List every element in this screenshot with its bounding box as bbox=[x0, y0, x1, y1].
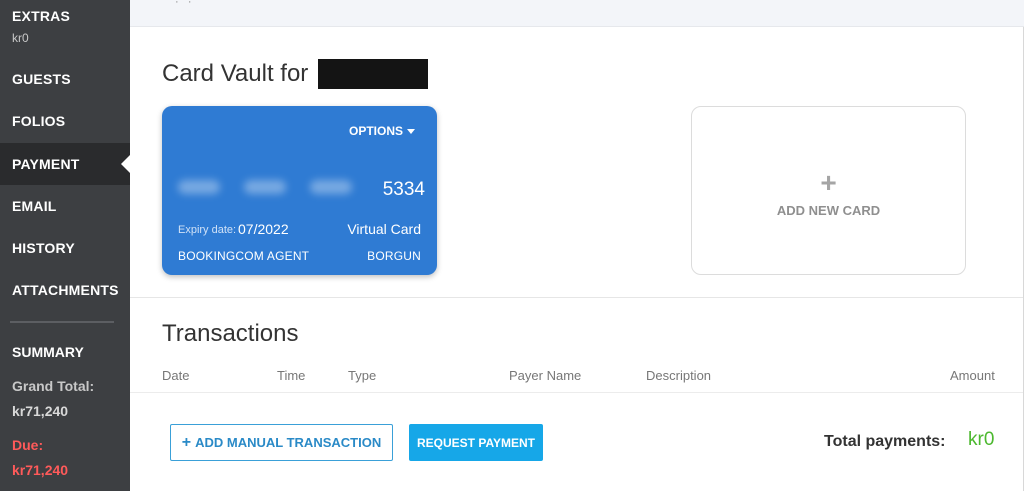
card-options-dropdown[interactable]: OPTIONS bbox=[349, 124, 415, 138]
table-header-divider bbox=[130, 392, 1023, 393]
card-kind: Virtual Card bbox=[347, 221, 421, 237]
grand-total-label: Grand Total: bbox=[12, 378, 95, 394]
sidebar-item-attachments[interactable]: ATTACHMENTS bbox=[0, 272, 130, 309]
column-header-payer-name[interactable]: Payer Name bbox=[509, 368, 581, 383]
sidebar-item-label: PAYMENT bbox=[12, 156, 80, 172]
sidebar-item-folios[interactable]: FOLIOS bbox=[0, 103, 130, 140]
plus-icon: + bbox=[181, 433, 192, 451]
cropped-breadcrumb: · · bbox=[175, 0, 192, 8]
sidebar: EXTRAS kr0 GUESTS FOLIOS PAYMENT EMAIL H… bbox=[0, 0, 131, 491]
sidebar-divider bbox=[10, 321, 114, 323]
sidebar-item-extras[interactable]: EXTRAS bbox=[0, 8, 130, 24]
column-header-description[interactable]: Description bbox=[646, 368, 711, 383]
add-manual-transaction-label: ADD MANUAL TRANSACTION bbox=[195, 435, 382, 450]
card-holder: BOOKINGCOM AGENT bbox=[178, 249, 310, 263]
sidebar-item-payment[interactable]: PAYMENT bbox=[0, 143, 131, 185]
due-label: Due: bbox=[12, 437, 44, 453]
transactions-title: Transactions bbox=[162, 320, 299, 347]
extras-amount: kr0 bbox=[12, 31, 29, 45]
column-header-time[interactable]: Time bbox=[277, 368, 305, 383]
plus-icon: + bbox=[820, 167, 837, 198]
masked-digits bbox=[244, 180, 286, 194]
top-strip: · · bbox=[130, 0, 1024, 27]
total-payments-value: kr0 bbox=[968, 429, 995, 450]
credit-card: OPTIONS 5334 Expiry date: 07/2022 Virtua… bbox=[162, 106, 437, 275]
column-header-date[interactable]: Date bbox=[162, 368, 189, 383]
card-vault-title: Card Vault for bbox=[162, 59, 429, 89]
masked-digits bbox=[178, 180, 220, 194]
sidebar-item-guests[interactable]: GUESTS bbox=[0, 61, 130, 98]
request-payment-button[interactable]: REQUEST PAYMENT bbox=[409, 424, 543, 461]
card-vault-title-text: Card Vault for bbox=[162, 60, 309, 87]
redacted-guest-name bbox=[318, 59, 429, 89]
summary-title: SUMMARY bbox=[12, 344, 84, 360]
add-manual-transaction-button[interactable]: + ADD MANUAL TRANSACTION bbox=[170, 424, 393, 461]
due-value: kr71,240 bbox=[12, 462, 69, 478]
column-header-amount[interactable]: Amount bbox=[950, 368, 995, 383]
expiry-label: Expiry date: bbox=[178, 224, 237, 236]
add-new-card-label: ADD NEW CARD bbox=[776, 203, 881, 218]
grand-total-value: kr71,240 bbox=[12, 403, 69, 419]
sidebar-item-email[interactable]: EMAIL bbox=[0, 188, 130, 225]
sidebar-item-history[interactable]: HISTORY bbox=[0, 230, 130, 267]
card-last4: 5334 bbox=[382, 179, 425, 200]
expiry-date: 07/2022 bbox=[238, 221, 289, 237]
column-header-type[interactable]: Type bbox=[348, 368, 376, 383]
masked-digits bbox=[310, 180, 352, 194]
add-new-card-button[interactable]: + ADD NEW CARD bbox=[691, 106, 966, 275]
main-content: Card Vault for OPTIONS 5334 Expiry date:… bbox=[130, 27, 1024, 491]
card-processor: BORGUN bbox=[367, 249, 421, 263]
section-divider bbox=[130, 297, 1023, 298]
card-options-label: OPTIONS bbox=[348, 124, 403, 138]
caret-down-icon bbox=[407, 129, 415, 135]
total-payments-label: Total payments: bbox=[824, 433, 946, 450]
